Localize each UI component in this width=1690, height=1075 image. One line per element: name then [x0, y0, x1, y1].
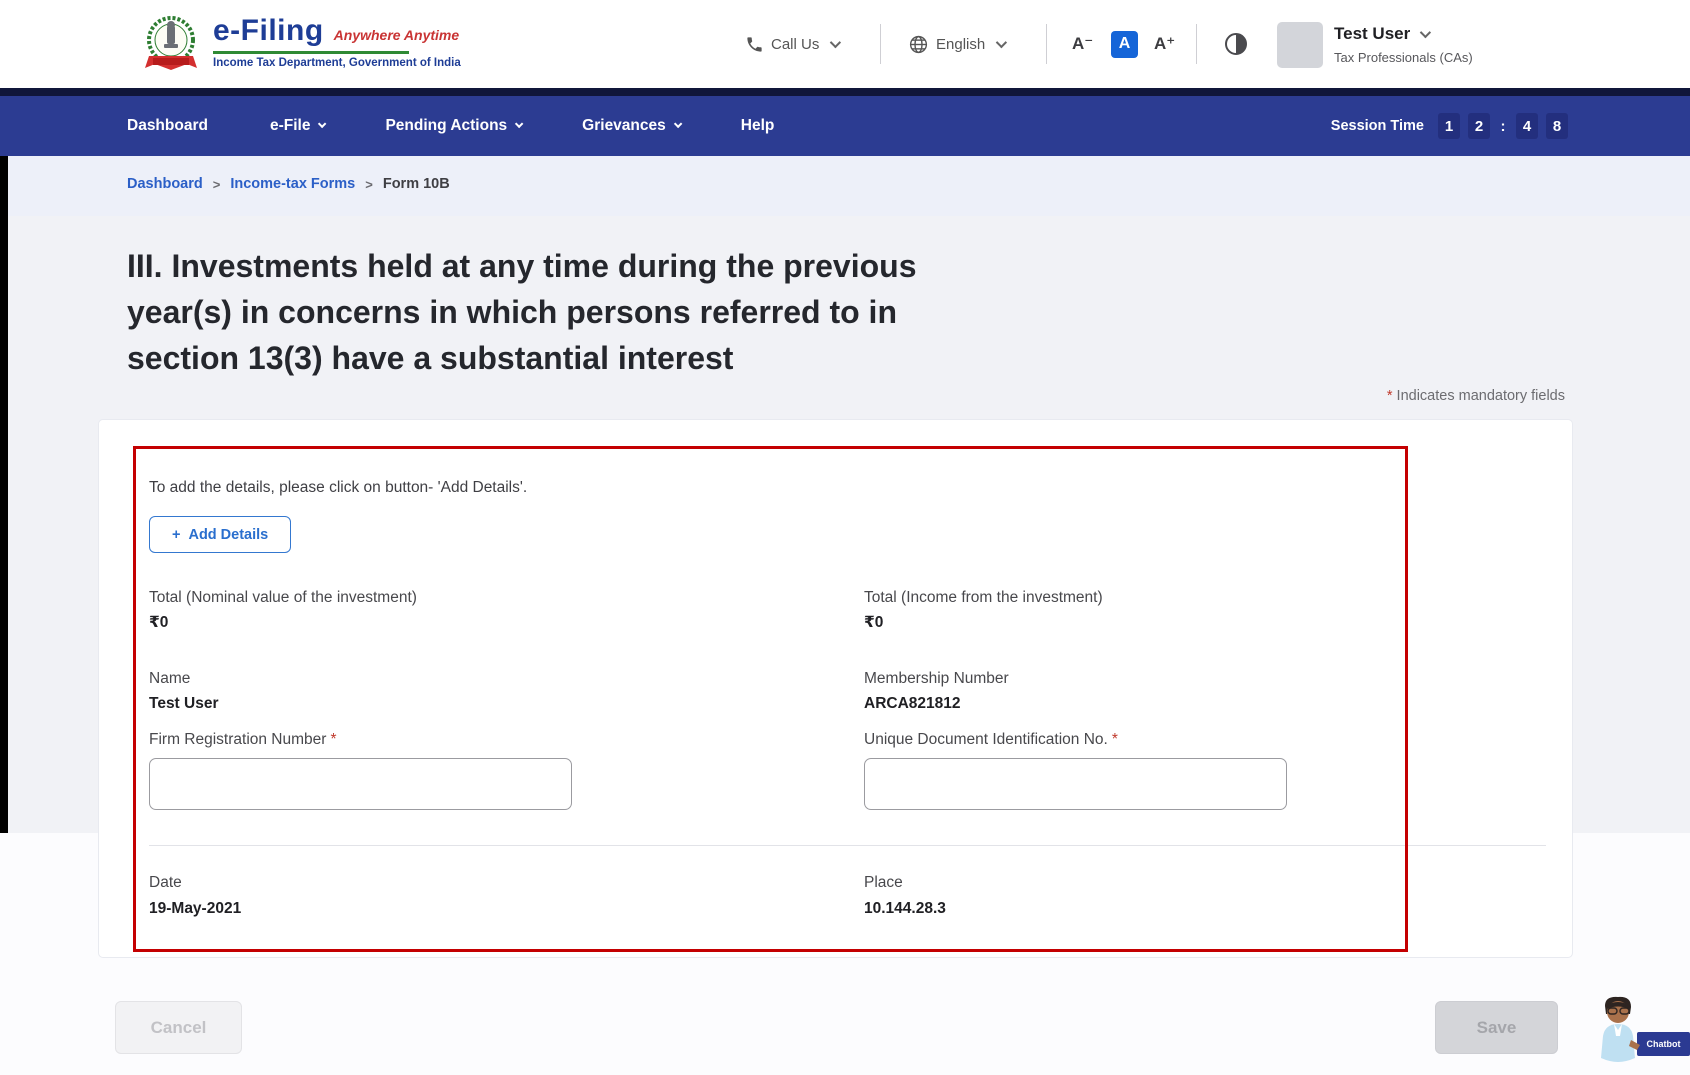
main-navbar: Dashboard e-File Pending Actions Grievan… — [0, 96, 1690, 156]
breadcrumb-form-10b: Form 10B — [383, 176, 450, 192]
left-edge-artifact — [0, 156, 8, 833]
brand-name: e-Filing — [213, 14, 324, 48]
breadcrumb-income-tax-forms[interactable]: Income-tax Forms — [230, 176, 355, 192]
font-size-normal-button[interactable]: A — [1111, 0, 1138, 88]
contrast-toggle-icon[interactable] — [1225, 33, 1247, 55]
mandatory-asterisk: * — [1387, 388, 1393, 404]
chevron-down-icon — [318, 120, 326, 128]
header-nav-separator — [0, 88, 1690, 96]
font-size-increase-button[interactable]: A⁺ — [1154, 0, 1175, 88]
total-income-value: ₹0 — [864, 613, 883, 632]
chevron-down-icon — [830, 37, 841, 48]
firm-registration-input[interactable] — [149, 758, 572, 810]
add-details-instruction: To add the details, please click on butt… — [149, 479, 527, 497]
chevron-down-icon — [1420, 27, 1431, 38]
globe-icon — [908, 34, 929, 55]
user-avatar[interactable] — [1277, 22, 1323, 68]
user-name: Test User — [1334, 24, 1410, 44]
language-menu[interactable]: English — [908, 0, 1004, 88]
total-nominal-label: Total (Nominal value of the investment) — [149, 589, 417, 607]
breadcrumb-separator: > — [365, 177, 373, 192]
nav-item-dashboard[interactable]: Dashboard — [127, 117, 208, 135]
nav-item-help[interactable]: Help — [741, 117, 775, 135]
session-digit: 8 — [1546, 113, 1568, 139]
brand-block: e-Filing Anywhere Anytime Income Tax Dep… — [213, 14, 461, 69]
brand-green-rule — [213, 51, 409, 54]
name-label: Name — [149, 670, 190, 688]
header-divider — [1196, 24, 1197, 64]
chevron-down-icon — [674, 120, 682, 128]
nav-item-pending-actions[interactable]: Pending Actions — [385, 117, 520, 135]
save-button[interactable]: Save — [1435, 1001, 1558, 1054]
membership-number-label: Membership Number — [864, 670, 1009, 688]
session-timer: Session Time 1 2 : 4 8 — [1331, 96, 1568, 156]
brand-tagline: Anywhere Anytime — [334, 27, 460, 43]
name-value: Test User — [149, 695, 219, 713]
session-digit: 1 — [1438, 113, 1460, 139]
user-role: Tax Professionals (CAs) — [1334, 50, 1473, 65]
session-timer-label: Session Time — [1331, 118, 1424, 134]
session-colon: : — [1498, 113, 1508, 139]
chatbot-widget[interactable]: Chatbot — [1593, 996, 1690, 1062]
brand-subtitle: Income Tax Department, Government of Ind… — [213, 57, 461, 69]
session-digit: 2 — [1468, 113, 1490, 139]
income-tax-dept-emblem-logo — [139, 12, 203, 78]
mandatory-fields-note: * Indicates mandatory fields — [1387, 388, 1565, 404]
date-label: Date — [149, 874, 182, 892]
required-asterisk: * — [1112, 731, 1118, 748]
breadcrumb: Dashboard > Income-tax Forms > Form 10B — [127, 176, 450, 192]
font-normal-label: A — [1111, 31, 1138, 58]
date-value: 19-May-2021 — [149, 900, 241, 918]
call-us-label: Call Us — [771, 36, 819, 53]
nav-item-efile[interactable]: e-File — [270, 117, 323, 135]
language-label: English — [936, 36, 985, 53]
place-value: 10.144.28.3 — [864, 900, 946, 918]
chevron-down-icon — [515, 120, 523, 128]
plus-icon: + — [172, 527, 180, 543]
efiling-portal-page: e-Filing Anywhere Anytime Income Tax Dep… — [0, 0, 1690, 1075]
phone-icon — [745, 35, 764, 54]
top-header: e-Filing Anywhere Anytime Income Tax Dep… — [0, 0, 1690, 88]
page-title: III. Investments held at any time during… — [127, 243, 1007, 381]
add-details-button[interactable]: + Add Details — [149, 516, 291, 553]
nav-item-grievances[interactable]: Grievances — [582, 117, 679, 135]
total-nominal-value: ₹0 — [149, 613, 168, 632]
session-digit: 4 — [1516, 113, 1538, 139]
header-divider — [880, 24, 881, 64]
udin-label: Unique Document Identification No.* — [864, 731, 1118, 749]
card-divider — [149, 845, 1546, 846]
udin-input[interactable] — [864, 758, 1287, 810]
font-size-decrease-button[interactable]: A⁻ — [1072, 0, 1093, 88]
breadcrumb-dashboard[interactable]: Dashboard — [127, 176, 203, 192]
chatbot-assistant-icon — [1593, 996, 1643, 1062]
firm-registration-label: Firm Registration Number* — [149, 731, 336, 749]
cancel-button[interactable]: Cancel — [115, 1001, 242, 1054]
user-menu[interactable]: Test User Tax Professionals (CAs) — [1334, 24, 1473, 65]
add-details-label: Add Details — [188, 527, 268, 543]
chevron-down-icon — [996, 37, 1007, 48]
membership-number-value: ARCA821812 — [864, 695, 961, 713]
font-decrease-label: A⁻ — [1072, 34, 1093, 54]
form-card — [98, 419, 1573, 958]
chatbot-label: Chatbot — [1637, 1032, 1690, 1056]
breadcrumb-separator: > — [213, 177, 221, 192]
call-us-menu[interactable]: Call Us — [745, 0, 838, 88]
required-asterisk: * — [330, 731, 336, 748]
place-label: Place — [864, 874, 903, 892]
total-income-label: Total (Income from the investment) — [864, 589, 1103, 607]
font-increase-label: A⁺ — [1154, 34, 1175, 54]
header-divider — [1046, 24, 1047, 64]
